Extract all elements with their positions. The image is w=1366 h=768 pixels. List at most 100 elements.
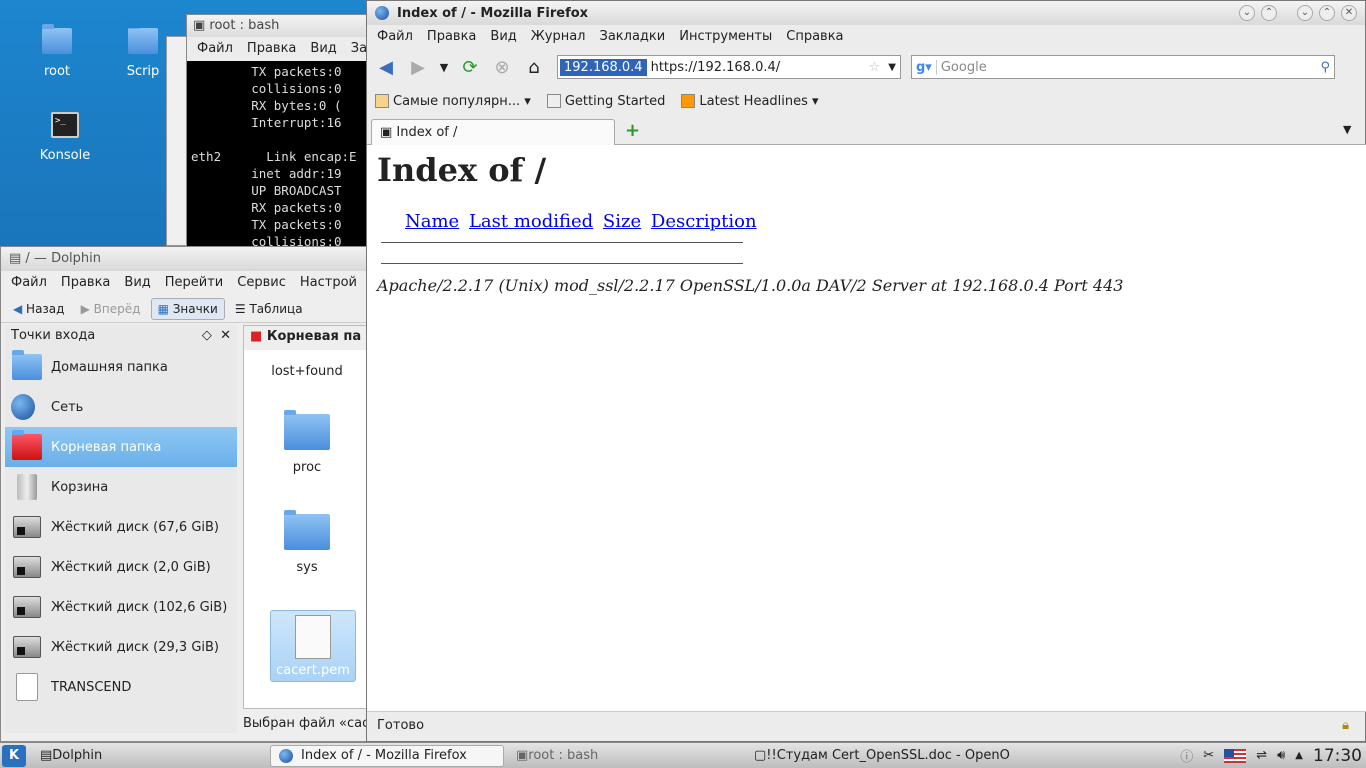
home-button[interactable]: ⌂ — [521, 54, 547, 80]
clipboard-scissors-icon[interactable]: ✂ — [1203, 748, 1214, 763]
location-breadcrumb[interactable]: ■ Корневая па — [244, 326, 368, 350]
desktop-icon-konsole[interactable]: >_ Konsole — [30, 112, 100, 163]
file-item-sys[interactable]: sys — [264, 510, 350, 575]
place-root[interactable]: Корневая папка — [5, 427, 237, 467]
menu-edit[interactable]: Правка — [427, 29, 476, 44]
search-icon[interactable]: ⚲ — [1320, 60, 1330, 75]
menu-tools[interactable]: Сервис — [237, 275, 286, 290]
place-hdd-1[interactable]: Жёсткий диск (67,6 GiB) — [5, 507, 237, 547]
menu-settings[interactable]: Настрой — [300, 275, 357, 290]
konsole-titlebar[interactable]: ▣ root : bash — [187, 15, 375, 37]
usb-drive-icon — [16, 673, 38, 701]
bookmark-most-visited[interactable]: Самые популярн... ▾ — [375, 94, 531, 109]
network-icon[interactable]: ⇌ — [1256, 748, 1267, 763]
dolphin-window[interactable]: ▤ / — Dolphin Файл Правка Вид Перейти Сервис… — [0, 246, 370, 742]
firefox-window[interactable]: Index of / - Mozilla Firefox ⌄ ⌃ ⌄ ⌃ ✕ Ф… — [366, 0, 1366, 742]
google-engine-icon[interactable]: g▾ — [912, 60, 936, 75]
menu-view[interactable]: Вид — [490, 29, 516, 44]
dolphin-titlebar[interactable]: ▤ / — Dolphin — [1, 247, 369, 271]
arrow-left-icon: ◀ — [13, 302, 27, 316]
terminal-output[interactable]: TX packets:0 collisions:0 RX bytes:0 ( I… — [187, 61, 375, 251]
float-icon[interactable]: ◇ — [202, 328, 212, 343]
us-flag-keyboard-icon[interactable] — [1224, 748, 1247, 763]
menu-file[interactable]: Файл — [11, 275, 47, 290]
menu-view[interactable]: Вид — [310, 41, 336, 56]
konsole-window[interactable]: ▣ root : bash Файл Правка Вид За TX packets… — [186, 14, 376, 251]
url-bar[interactable]: 192.168.0.4 https://192.168.0.4/ ☆ ▼ — [557, 55, 901, 79]
site-identity-host[interactable]: 192.168.0.4 — [560, 58, 647, 76]
file-item-proc[interactable]: proc — [264, 410, 350, 475]
keep-above-icon[interactable]: ⌃ — [1261, 5, 1277, 21]
minimize-icon[interactable]: ⌄ — [1297, 5, 1313, 21]
hard-disk-icon — [13, 556, 41, 578]
search-bar[interactable]: g▾ Google ⚲ — [911, 55, 1335, 79]
details-view-button[interactable]: ☰ Таблица — [229, 299, 309, 319]
clock[interactable]: 17:30 — [1313, 746, 1362, 766]
keep-below-icon[interactable]: ⌄ — [1239, 5, 1255, 21]
lock-icon[interactable]: 🔒︎ — [1342, 718, 1349, 733]
file-item-lost-found[interactable]: lost+found — [264, 364, 350, 379]
desktop-icon-scripts[interactable]: Scrip — [118, 28, 168, 79]
task-openoffice[interactable]: ▢ !!Студам Cert_OpenSSL.doc - OpenO — [746, 745, 1016, 767]
folder-icon — [284, 510, 330, 550]
listing-header: Name Last modified Size Description — [405, 211, 1357, 232]
task-dolphin[interactable]: ▤ Dolphin — [32, 745, 266, 767]
back-button[interactable]: ◀ Назад — [7, 299, 70, 319]
url-dropdown-icon[interactable]: ▼ — [888, 62, 896, 73]
menu-file[interactable]: Файл — [377, 29, 413, 44]
menu-tools[interactable]: Инструменты — [679, 29, 772, 44]
place-network[interactable]: Сеть — [5, 387, 237, 427]
menu-edit[interactable]: Правка — [247, 41, 296, 56]
firefox-titlebar[interactable]: Index of / - Mozilla Firefox ⌄ ⌃ ⌄ ⌃ ✕ — [367, 1, 1365, 25]
forward-button[interactable]: ▶ — [405, 54, 431, 80]
tab-index[interactable]: ▣ Index of / — [371, 119, 615, 145]
tray-expand-icon[interactable]: ▲ — [1295, 750, 1303, 761]
info-icon[interactable]: ⓘ — [1180, 746, 1193, 765]
place-hdd-4[interactable]: Жёсткий диск (29,3 GiB) — [5, 627, 237, 667]
place-hdd-3[interactable]: Жёсткий диск (102,6 GiB) — [5, 587, 237, 627]
place-transcend[interactable]: TRANSCEND — [5, 667, 237, 707]
history-dropdown-icon[interactable]: ▼ — [437, 54, 451, 80]
volume-icon[interactable]: 🔊︎ — [1277, 748, 1285, 763]
new-tab-button[interactable]: + — [625, 120, 640, 141]
tab-list-icon[interactable]: ▼ — [1343, 123, 1351, 136]
places-panel: Точки входа ◇ ✕ Домашняя папка Сеть Корне… — [5, 325, 237, 733]
place-home[interactable]: Домашняя папка — [5, 347, 237, 387]
column-modified-link[interactable]: Last modified — [469, 211, 593, 232]
back-button[interactable]: ◀ — [373, 54, 399, 80]
close-icon[interactable]: ✕ — [1341, 5, 1357, 21]
place-hdd-2[interactable]: Жёсткий диск (2,0 GiB) — [5, 547, 237, 587]
bookmark-latest-headlines[interactable]: Latest Headlines ▾ — [681, 94, 819, 109]
task-konsole[interactable]: ▣ root : bash — [508, 745, 742, 767]
terminal-icon: ▣ — [193, 18, 210, 33]
home-folder-icon — [12, 350, 42, 380]
network-globe-icon — [11, 394, 35, 420]
close-icon[interactable]: ✕ — [220, 328, 231, 343]
forward-button[interactable]: ▶ Вперёд — [75, 299, 147, 319]
menu-file[interactable]: Файл — [197, 41, 233, 56]
reload-button[interactable]: ⟳ — [457, 54, 483, 80]
rss-icon — [681, 94, 696, 108]
column-name-link[interactable]: Name — [405, 211, 459, 232]
file-view[interactable]: ■ Корневая па lost+found proc sys cacert… — [243, 325, 369, 709]
menu-edit[interactable]: Правка — [61, 275, 110, 290]
column-size-link[interactable]: Size — [603, 211, 641, 232]
bookmark-getting-started[interactable]: Getting Started — [546, 94, 665, 109]
bookmark-star-icon[interactable]: ☆ — [869, 60, 881, 75]
file-item-cacert[interactable]: cacert.pem — [270, 610, 356, 682]
menu-view[interactable]: Вид — [124, 275, 150, 290]
column-description-link[interactable]: Description — [651, 211, 757, 232]
menu-help[interactable]: Справка — [786, 29, 843, 44]
icons-view-button[interactable]: ▦ Значки — [150, 298, 225, 320]
menu-bookmarks[interactable]: За — [351, 41, 367, 56]
menu-history[interactable]: Журнал — [531, 29, 586, 44]
menu-go[interactable]: Перейти — [165, 275, 224, 290]
search-input[interactable]: Google — [935, 59, 1321, 75]
desktop-icon-root[interactable]: root — [22, 24, 92, 79]
stop-button[interactable]: ⊗ — [489, 54, 515, 80]
task-firefox[interactable]: Index of / - Mozilla Firefox — [270, 744, 504, 767]
maximize-icon[interactable]: ⌃ — [1319, 5, 1335, 21]
menu-bookmarks[interactable]: Закладки — [600, 29, 666, 44]
place-trash[interactable]: Корзина — [5, 467, 237, 507]
kde-menu-icon[interactable]: K — [2, 744, 26, 767]
